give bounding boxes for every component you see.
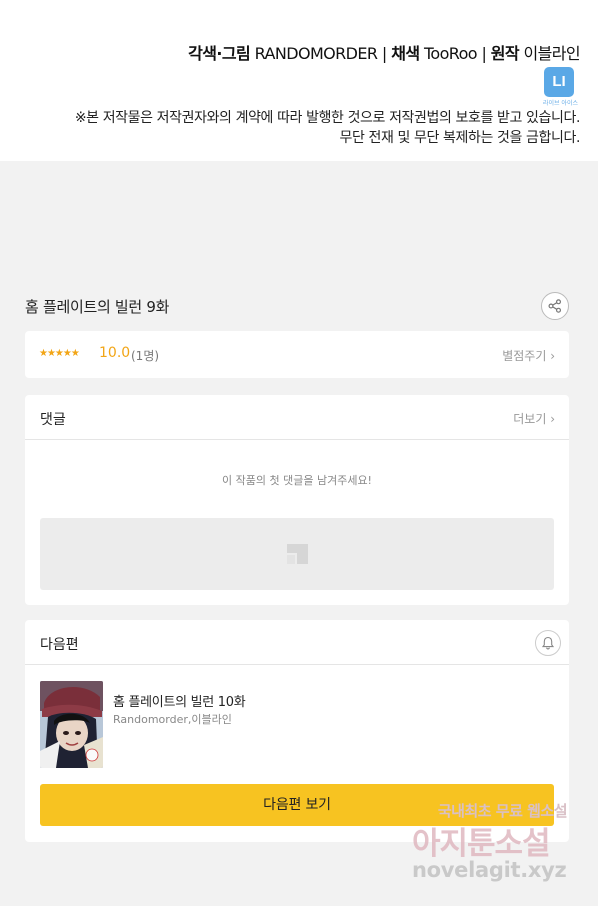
original-label: 원작 — [490, 44, 520, 63]
bell-icon — [541, 636, 555, 650]
color-label: 채색 — [391, 44, 420, 63]
comments-header: 댓글 더보기 › — [25, 395, 569, 440]
next-episode-thumbnail[interactable] — [40, 681, 103, 768]
comments-card: 댓글 더보기 › 이 작품의 첫 댓글을 남겨주세요! — [25, 395, 569, 605]
star-rating: ★★★★★ — [39, 348, 80, 359]
watermark-brand: 아지툰소설 — [412, 826, 551, 862]
thumbnail-artwork — [40, 681, 103, 768]
original-name: 이블라인 — [523, 44, 581, 63]
publisher-logo: LI — [544, 67, 574, 97]
rate-button[interactable]: 별점주기 › — [502, 347, 555, 364]
next-episode-section-title: 다음편 — [40, 637, 79, 653]
episode-title-row: 홈 플레이트의 빌런 9화 — [25, 290, 569, 322]
rating-score: 10.0 — [99, 345, 131, 361]
next-episode-header: 다음편 — [25, 620, 569, 665]
rating-card: ★★★★★ 10.0 (1명) 별점주기 › — [25, 331, 569, 378]
watermark-url: novelagit.xyz — [412, 858, 567, 882]
comments-title: 댓글 — [40, 412, 66, 428]
credits-separator: | — [481, 44, 487, 63]
color-name: TooRoo — [423, 44, 478, 63]
episode-title: 홈 플레이트의 빌런 9화 — [25, 298, 170, 316]
rating-count: (1명) — [131, 349, 160, 363]
share-button[interactable] — [541, 292, 569, 320]
adapt-name: RANDOMORDER — [254, 44, 378, 63]
comment-placeholder-icon — [287, 544, 308, 564]
site-watermark: 국내최초 무료 웹소설 아지툰소설 novelagit.xyz — [410, 800, 585, 890]
adapt-label: 각색·그림 — [188, 44, 251, 63]
credits-line: 각색·그림 RANDOMORDER | 채색 TooRoo | 원작 이블라인 — [188, 40, 580, 64]
copyright-line: 무단 전재 및 무단 복제하는 것을 금합니다. — [339, 130, 580, 146]
comments-more-link[interactable]: 더보기 › — [513, 410, 555, 427]
publisher-logo-caption: 라이브 아이스 — [542, 100, 578, 107]
next-episode-author: Randomorder,이블라인 — [113, 713, 232, 726]
copyright-notice: ※본 저작물은 저작권자와의 계약에 따라 발행한 것으로 저작권법의 보호를 … — [74, 108, 581, 148]
comments-empty-message: 이 작품의 첫 댓글을 남겨주세요! — [222, 474, 372, 487]
share-icon — [548, 299, 562, 313]
credits-separator: | — [381, 44, 387, 63]
notification-button[interactable] — [535, 630, 561, 656]
copyright-line: ※본 저작물은 저작권자와의 계약에 따라 발행한 것으로 저작권법의 보호를 … — [74, 110, 581, 126]
credits-panel: 각색·그림 RANDOMORDER | 채색 TooRoo | 원작 이블라인 … — [0, 0, 598, 161]
next-episode-title[interactable]: 홈 플레이트의 빌런 10화 — [113, 691, 246, 710]
comment-input-box[interactable] — [40, 518, 554, 590]
